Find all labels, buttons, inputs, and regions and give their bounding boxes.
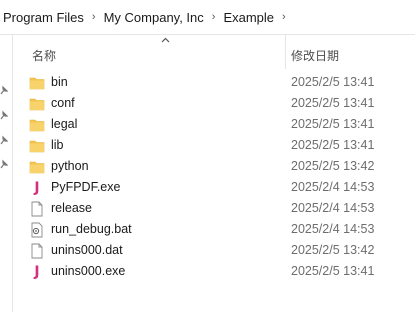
pin-icon[interactable] bbox=[0, 110, 8, 120]
file-modified-date: 2025/2/5 13:41 bbox=[291, 264, 375, 278]
column-name-header[interactable]: 名称 bbox=[32, 47, 56, 64]
breadcrumb-item-example[interactable]: Example bbox=[221, 10, 280, 25]
list-item[interactable]: python 2025/2/5 13:42 bbox=[14, 156, 415, 177]
list-item[interactable]: bin 2025/2/5 13:41 bbox=[14, 72, 415, 93]
file-name: python bbox=[51, 159, 89, 173]
list-item[interactable]: Junins000.exe 2025/2/5 13:41 bbox=[14, 261, 415, 282]
chevron-right-icon[interactable]: › bbox=[90, 11, 102, 23]
file-name: lib bbox=[51, 138, 64, 152]
list-item[interactable]: legal 2025/2/5 13:41 bbox=[14, 114, 415, 135]
chevron-right-icon[interactable]: › bbox=[210, 11, 222, 23]
list-item[interactable]: J PyFPDF.exe 2025/2/4 14:53 bbox=[14, 177, 415, 198]
pin-icon[interactable] bbox=[0, 85, 8, 95]
file-name: run_debug.bat bbox=[51, 222, 132, 236]
file-modified-date: 2025/2/4 14:53 bbox=[291, 201, 375, 215]
chevron-right-icon[interactable]: › bbox=[280, 11, 292, 23]
breadcrumb: Program Files › My Company, Inc › Exampl… bbox=[0, 0, 415, 34]
file-modified-date: 2025/2/5 13:41 bbox=[291, 117, 375, 131]
navigation-pane[interactable] bbox=[0, 35, 13, 312]
file-modified-date: 2025/2/5 13:41 bbox=[291, 138, 375, 152]
list-item[interactable]: conf 2025/2/5 13:41 bbox=[14, 93, 415, 114]
file-name: unins000.exe bbox=[51, 264, 126, 278]
file-modified-date: 2025/2/4 14:53 bbox=[291, 222, 375, 236]
list-item[interactable]: unins000.dat 2025/2/5 13:42 bbox=[14, 240, 415, 261]
list-item[interactable]: release 2025/2/4 14:53 bbox=[14, 198, 415, 219]
file-icon bbox=[29, 201, 45, 217]
folder-icon bbox=[29, 96, 45, 112]
pin-icon[interactable] bbox=[0, 135, 8, 145]
column-date-header[interactable]: 修改日期 bbox=[291, 47, 339, 64]
file-modified-date: 2025/2/5 13:41 bbox=[291, 96, 375, 110]
file-modified-date: 2025/2/5 13:41 bbox=[291, 75, 375, 89]
column-header: 名称 修改日期 bbox=[14, 35, 415, 69]
list-item[interactable]: run_debug.bat 2025/2/4 14:53 bbox=[14, 219, 415, 240]
batch-file-icon bbox=[29, 222, 45, 238]
folder-icon bbox=[29, 117, 45, 133]
file-modified-date: 2025/2/5 13:42 bbox=[291, 243, 375, 257]
sort-ascending-icon bbox=[161, 37, 170, 43]
list-item[interactable]: lib 2025/2/5 13:41 bbox=[14, 135, 415, 156]
file-modified-date: 2025/2/4 14:53 bbox=[291, 180, 375, 194]
file-name: PyFPDF.exe bbox=[51, 180, 121, 194]
java-exe-icon: J bbox=[34, 180, 40, 196]
column-divider[interactable] bbox=[285, 35, 286, 69]
folder-icon bbox=[29, 159, 45, 175]
file-list: bin 2025/2/5 13:41 conf 2025/2/5 13:41 legal… bbox=[14, 72, 415, 282]
folder-icon bbox=[29, 138, 45, 154]
file-name: bin bbox=[51, 75, 68, 89]
file-name: unins000.dat bbox=[51, 243, 123, 257]
file-name: legal bbox=[51, 117, 78, 131]
breadcrumb-item-program-files[interactable]: Program Files bbox=[0, 10, 90, 25]
folder-icon bbox=[29, 75, 45, 91]
file-name: conf bbox=[51, 96, 75, 110]
file-modified-date: 2025/2/5 13:42 bbox=[291, 159, 375, 173]
breadcrumb-item-my-company[interactable]: My Company, Inc bbox=[102, 10, 210, 25]
java-exe-icon: J bbox=[34, 264, 40, 280]
file-name: release bbox=[51, 201, 92, 215]
pin-icon[interactable] bbox=[0, 159, 8, 169]
file-icon bbox=[29, 243, 45, 259]
